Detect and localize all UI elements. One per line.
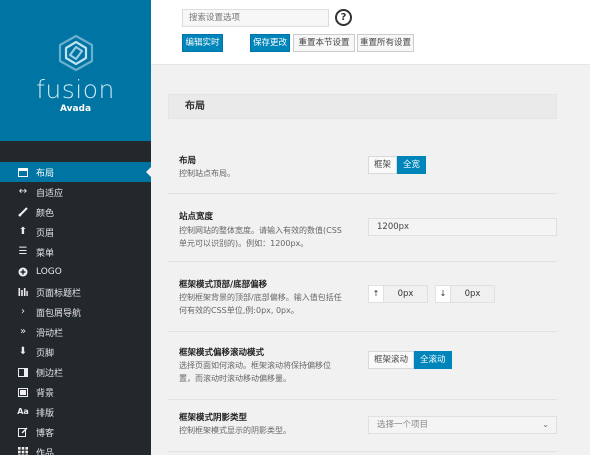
top-offset-field: ↑ 0px <box>368 285 428 303</box>
setting-description: 控制站点布局。 <box>179 169 235 178</box>
reset-section-button[interactable]: 重置本节设置 <box>293 34 355 52</box>
setting-row-site-width: 站点宽度 控制网站的整体宽度。请输入有效的数值(CSS单元可以识别的)。例如：1… <box>168 194 557 262</box>
sidebar-item-footer[interactable]: ⬇ 页脚 <box>0 342 151 362</box>
sidebar-item-label: 排版 <box>36 408 55 419</box>
sidebar-item-label: LOGO <box>36 267 62 277</box>
setting-title: 站点宽度 <box>179 212 214 222</box>
logo-subtitle: Avada <box>59 104 92 114</box>
reset-all-button[interactable]: 重置所有设置 <box>357 34 414 52</box>
bars-icon <box>16 286 30 298</box>
sidebar-item-label: 布局 <box>36 168 55 179</box>
grid-icon <box>16 446 30 455</box>
layout-option-boxed[interactable]: 框架 <box>368 156 398 174</box>
logo-wordmark: fusion <box>36 75 115 104</box>
shadow-type-select[interactable]: 选择一个项目 ⌄ <box>368 416 557 434</box>
sidebar-item-menu[interactable]: ☰ 菜单 <box>0 242 151 262</box>
setting-row-boxed-scroll: 框架模式偏移滚动模式 选择页面如何滚动。框架滚动将保持偏移位置，而滚动时滚动移动… <box>168 332 557 400</box>
setting-description: 控制框架背景的顶部/底部偏移。输入值包括任何有效的CSS单位,例:0px, 0p… <box>179 293 342 315</box>
setting-title: 框架模式偏移滚动模式 <box>179 348 265 358</box>
save-changes-button[interactable]: 保存更改 <box>250 34 290 52</box>
sidebar-item-header[interactable]: ⬆ 页眉 <box>0 222 151 242</box>
sidebar-item-label: 自适应 <box>36 188 64 199</box>
sidebar-item-label: 页眉 <box>36 228 55 239</box>
arrow-down-icon: ↓ <box>435 285 451 303</box>
search-options-input[interactable] <box>182 9 329 27</box>
setting-row-boxed-offset: 框架模式顶部/底部偏移 控制框架背景的顶部/底部偏移。输入值包括任何有效的CSS… <box>168 262 557 332</box>
sidebar-item-label: 滑动栏 <box>36 328 64 339</box>
top-offset-input[interactable]: 0px <box>384 285 428 303</box>
chevron-down-icon: ⌄ <box>542 420 549 429</box>
sidebar-item-responsive[interactable]: ↔ 自适应 <box>0 182 151 202</box>
setting-row-layout: 布局 控制站点布局。 框架 全宽 <box>168 141 557 194</box>
setting-row-boxed-shadow: 框架模式阴影类型 控制框架模式显示的阴影类型。 选择一个项目 ⌄ <box>168 400 557 451</box>
divider <box>168 451 557 452</box>
menu-icon: ☰ <box>18 246 28 257</box>
chevron-right-icon: › <box>21 306 25 317</box>
typography-icon: Aa <box>17 407 29 416</box>
sidebar-item-label: 侧边栏 <box>36 368 64 379</box>
sidebar: fusion Avada 布局 ↔ 自适应 颜色 ⬆ 页眉 ☰ 菜单 LOGO <box>0 0 151 455</box>
select-placeholder: 选择一个项目 <box>377 420 429 430</box>
scroll-option-full[interactable]: 全滚动 <box>414 351 452 369</box>
offset-inputs: ↑ 0px ↓ 0px <box>368 285 557 303</box>
sidebar-panel-icon <box>16 366 30 378</box>
arrows-horizontal-icon: ↔ <box>18 186 28 197</box>
chevron-double-right-icon: » <box>19 326 27 337</box>
sidebar-item-label: 页面标题栏 <box>36 288 82 299</box>
sidebar-item-sidebars[interactable]: 侧边栏 <box>0 362 151 382</box>
sidebar-item-portfolio[interactable]: 作品 <box>0 442 151 455</box>
layout-option-wide[interactable]: 全宽 <box>397 156 427 174</box>
scroll-option-framed[interactable]: 框架滚动 <box>368 351 415 369</box>
sidebar-item-label: 背景 <box>36 388 55 399</box>
sidebar-nav: 布局 ↔ 自适应 颜色 ⬆ 页眉 ☰ 菜单 LOGO 页面标题栏 › 面包屑导航 <box>0 162 151 455</box>
layout-toggle: 框架 全宽 <box>368 156 427 174</box>
arrow-up-icon: ⬆ <box>18 226 28 237</box>
fusion-logo-icon <box>58 34 94 72</box>
sidebar-item-label: 博客 <box>36 428 55 439</box>
sidebar-item-colors[interactable]: 颜色 <box>0 202 151 222</box>
layout-icon <box>16 166 30 178</box>
sidebar-item-label: 作品 <box>36 448 55 455</box>
arrow-down-icon: ⬇ <box>18 346 28 357</box>
bottom-offset-field: ↓ 0px <box>435 285 495 303</box>
setting-description: 选择页面如何滚动。框架滚动将保持偏移位置，而滚动时滚动移动偏移量。 <box>179 361 331 383</box>
sidebar-item-background[interactable]: 背景 <box>0 382 151 402</box>
blog-edit-icon <box>16 426 30 438</box>
arrow-up-icon: ↑ <box>368 285 384 303</box>
brand-header: fusion Avada <box>0 0 151 141</box>
setting-title: 布局 <box>179 156 197 166</box>
plus-circle-icon <box>16 266 30 278</box>
sidebar-item-page-title-bar[interactable]: 页面标题栏 <box>0 282 151 302</box>
settings-panel: 布局 <box>168 94 557 119</box>
sidebar-item-breadcrumbs[interactable]: › 面包屑导航 <box>0 302 151 322</box>
sidebar-item-logo[interactable]: LOGO <box>0 262 151 282</box>
brush-icon <box>16 206 30 218</box>
sidebar-item-typography[interactable]: Aa 排版 <box>0 402 151 422</box>
sidebar-item-label: 页脚 <box>36 348 55 359</box>
site-width-input[interactable]: 1200px <box>368 218 557 236</box>
sidebar-item-layout[interactable]: 布局 <box>0 162 151 182</box>
background-icon <box>16 386 30 398</box>
bottom-offset-input[interactable]: 0px <box>451 285 495 303</box>
section-title: 布局 <box>168 94 557 119</box>
scroll-mode-toggle: 框架滚动 全滚动 <box>368 351 452 369</box>
edit-live-button[interactable]: 编辑实时 <box>182 34 223 52</box>
sidebar-item-blog[interactable]: 博客 <box>0 422 151 442</box>
setting-title: 框架模式顶部/底部偏移 <box>179 280 268 290</box>
sidebar-item-label: 颜色 <box>36 208 55 219</box>
setting-title: 框架模式阴影类型 <box>179 413 248 423</box>
sidebar-item-label: 菜单 <box>36 248 55 259</box>
sidebar-item-slider[interactable]: » 滑动栏 <box>0 322 151 342</box>
setting-description: 控制网站的整体宽度。请输入有效的数值(CSS单元可以识别的)。例如：1200px… <box>179 226 342 248</box>
options-toolbar: ? 编辑实时 保存更改 重置本节设置 重置所有设置 <box>151 0 590 65</box>
setting-description: 控制框架模式显示的阴影类型。 <box>179 426 291 435</box>
sidebar-item-label: 面包屑导航 <box>36 308 82 319</box>
help-icon[interactable]: ? <box>335 9 352 26</box>
